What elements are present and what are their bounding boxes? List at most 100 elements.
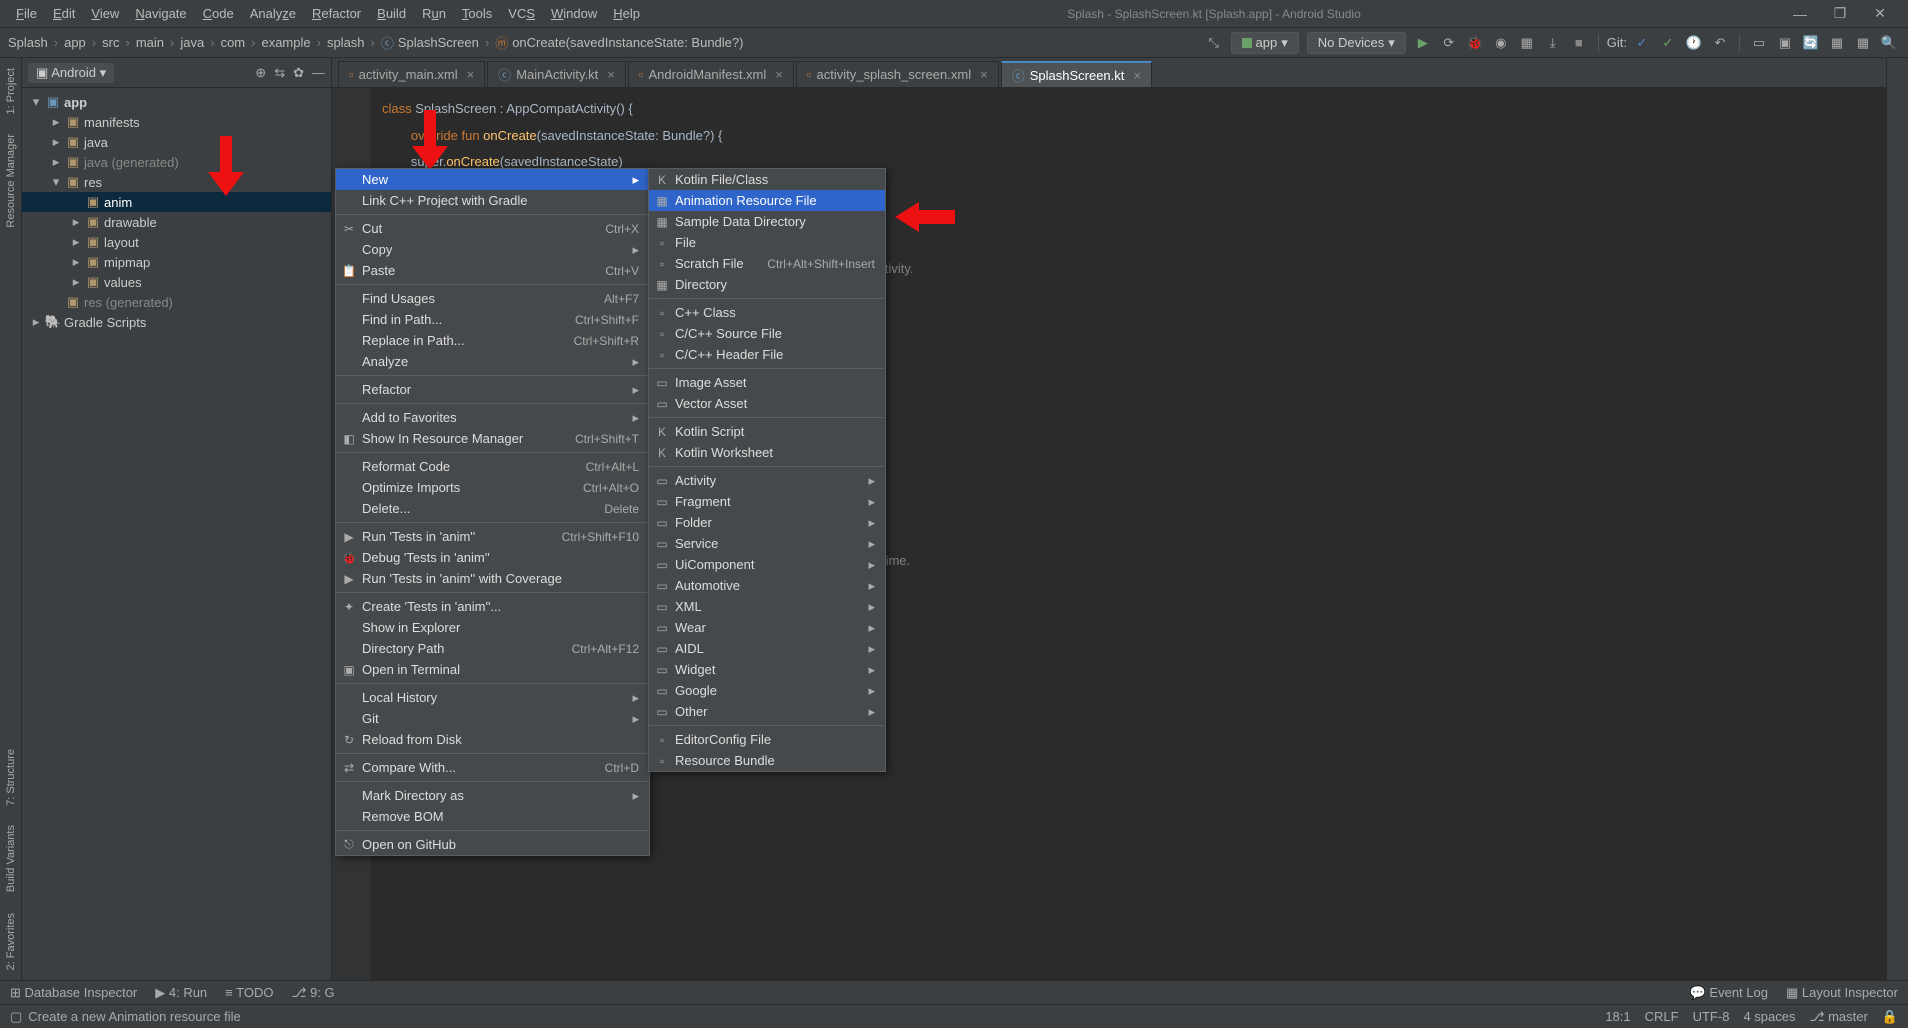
menu-refactor[interactable]: Refactor	[304, 6, 369, 21]
new-submenu[interactable]: KKotlin File/Class▦Animation Resource Fi…	[648, 168, 886, 772]
menu-item[interactable]: New▸	[336, 169, 649, 190]
tw-layout-inspector[interactable]: ▦ Layout Inspector	[1786, 985, 1898, 1001]
menu-item[interactable]: ▭Other▸	[649, 701, 885, 722]
menu-item[interactable]: KKotlin Script	[649, 421, 885, 442]
window-minimize-icon[interactable]: —	[1780, 6, 1820, 22]
rail-project[interactable]: 1: Project	[2, 58, 20, 124]
menu-item[interactable]: ▭Folder▸	[649, 512, 885, 533]
menu-item[interactable]: ▭Google▸	[649, 680, 885, 701]
build-icon[interactable]: ⤡	[1203, 32, 1225, 54]
menu-analyze[interactable]: Analyze	[242, 6, 304, 21]
locate-icon[interactable]: ⊕	[255, 65, 266, 81]
menu-item[interactable]: ▭Image Asset	[649, 372, 885, 393]
breadcrumb[interactable]: app›	[64, 35, 98, 50]
menu-item[interactable]: ▫EditorConfig File	[649, 729, 885, 750]
menu-item[interactable]: Find UsagesAlt+F7	[336, 288, 649, 309]
menu-item[interactable]: ▭Vector Asset	[649, 393, 885, 414]
tw-git[interactable]: ⎇ 9: G	[291, 985, 334, 1001]
device-manager-icon[interactable]: ▦	[1826, 32, 1848, 54]
menu-item[interactable]: Reformat CodeCtrl+Alt+L	[336, 456, 649, 477]
menu-item[interactable]: 📋PasteCtrl+V	[336, 260, 649, 281]
menu-item[interactable]: ▶Run 'Tests in 'anim'' with Coverage	[336, 568, 649, 589]
editor-tab[interactable]: ▫activity_main.xml×	[338, 61, 485, 87]
breadcrumb[interactable]: ⓜ onCreate(savedInstanceState: Bundle?)	[495, 33, 743, 52]
close-tab-icon[interactable]: ×	[1133, 68, 1141, 83]
toolbar-icon[interactable]: ▦	[1852, 32, 1874, 54]
menu-item[interactable]: Find in Path...Ctrl+Shift+F	[336, 309, 649, 330]
menu-file[interactable]: File	[8, 6, 45, 21]
run-config-combo[interactable]: app ▾	[1231, 32, 1299, 54]
close-tab-icon[interactable]: ×	[467, 67, 475, 82]
apply-changes-icon[interactable]: ⟳	[1438, 32, 1460, 54]
breadcrumb[interactable]: java›	[180, 35, 216, 50]
tw-database-inspector[interactable]: ⊞ Database Inspector	[10, 985, 137, 1001]
editor-tab-active[interactable]: ⓒSplashScreen.kt×	[1001, 61, 1152, 87]
menu-item[interactable]: Remove BOM	[336, 806, 649, 827]
sdk-manager-icon[interactable]: ▣	[1774, 32, 1796, 54]
menu-item[interactable]: ▫C/C++ Header File	[649, 344, 885, 365]
hide-icon[interactable]: —	[312, 65, 325, 81]
file-encoding[interactable]: UTF-8	[1693, 1009, 1730, 1024]
menu-item[interactable]: ▭XML▸	[649, 596, 885, 617]
rail-build-variants[interactable]: Build Variants	[2, 815, 20, 902]
menu-tools[interactable]: Tools	[454, 6, 500, 21]
settings-icon[interactable]: ✿	[293, 65, 304, 81]
project-tree[interactable]: ▾▣app ▸▣manifests ▸▣java ▸▣java (generat…	[22, 88, 331, 980]
rail-favorites[interactable]: 2: Favorites	[2, 903, 20, 980]
menu-item[interactable]: Git▸	[336, 708, 649, 729]
menu-item[interactable]: ▭Fragment▸	[649, 491, 885, 512]
menu-item[interactable]: ▫C/C++ Source File	[649, 323, 885, 344]
menu-item[interactable]: ▭Widget▸	[649, 659, 885, 680]
menu-item[interactable]: Copy▸	[336, 239, 649, 260]
menu-item[interactable]: ▫File	[649, 232, 885, 253]
indent-settings[interactable]: 4 spaces	[1743, 1009, 1795, 1024]
menu-item[interactable]: Link C++ Project with Gradle	[336, 190, 649, 211]
menu-item[interactable]: ▭Automotive▸	[649, 575, 885, 596]
menu-item[interactable]: ↻Reload from Disk	[336, 729, 649, 750]
window-maximize-icon[interactable]: ❐	[1820, 5, 1860, 22]
breadcrumb[interactable]: splash›	[327, 35, 377, 50]
menu-window[interactable]: Window	[543, 6, 605, 21]
project-view-selector[interactable]: ▣ Android ▾	[28, 63, 114, 83]
breadcrumb[interactable]: ⓒ SplashScreen›	[381, 33, 491, 52]
menu-item[interactable]: ▭Activity▸	[649, 470, 885, 491]
menu-item[interactable]: ▭Wear▸	[649, 617, 885, 638]
close-tab-icon[interactable]: ×	[607, 67, 615, 82]
menu-item[interactable]: 🐞Debug 'Tests in 'anim''	[336, 547, 649, 568]
tw-event-log[interactable]: 💬 Event Log	[1690, 985, 1768, 1001]
menu-item[interactable]: ✂CutCtrl+X	[336, 218, 649, 239]
git-history-icon[interactable]: 🕐	[1683, 32, 1705, 54]
menu-item[interactable]: Directory PathCtrl+Alt+F12	[336, 638, 649, 659]
menu-item[interactable]: Optimize ImportsCtrl+Alt+O	[336, 477, 649, 498]
menu-item[interactable]: ▣Open in Terminal	[336, 659, 649, 680]
rail-resource-manager[interactable]: Resource Manager	[2, 124, 20, 238]
lock-icon[interactable]: 🔒	[1882, 1009, 1898, 1025]
git-branch[interactable]: ⎇ master	[1809, 1009, 1867, 1025]
line-ending[interactable]: CRLF	[1645, 1009, 1679, 1024]
context-menu[interactable]: New▸Link C++ Project with Gradle ✂CutCtrl…	[335, 168, 650, 856]
menu-item[interactable]: Refactor▸	[336, 379, 649, 400]
device-combo[interactable]: No Devices ▾	[1307, 32, 1406, 54]
menu-item[interactable]: ▫Resource Bundle	[649, 750, 885, 771]
menu-item[interactable]: Mark Directory as▸	[336, 785, 649, 806]
menu-item[interactable]: ▭Service▸	[649, 533, 885, 554]
menu-item[interactable]: ▦Sample Data Directory	[649, 211, 885, 232]
breadcrumb[interactable]: example›	[261, 35, 322, 50]
window-close-icon[interactable]: ✕	[1860, 5, 1900, 22]
menu-item[interactable]: ⇄Compare With...Ctrl+D	[336, 757, 649, 778]
menu-item[interactable]: ▶Run 'Tests in 'anim''Ctrl+Shift+F10	[336, 526, 649, 547]
menu-run[interactable]: Run	[414, 6, 454, 21]
close-tab-icon[interactable]: ×	[775, 67, 783, 82]
search-icon[interactable]: 🔍	[1878, 32, 1900, 54]
menu-navigate[interactable]: Navigate	[127, 6, 194, 21]
menu-item[interactable]: KKotlin Worksheet	[649, 442, 885, 463]
menu-item[interactable]: ✦Create 'Tests in 'anim''...	[336, 596, 649, 617]
breadcrumb[interactable]: Splash›	[8, 35, 60, 50]
coverage-icon[interactable]: ▦	[1516, 32, 1538, 54]
tw-run[interactable]: ▶ 4: Run	[155, 985, 207, 1001]
menu-item[interactable]: KKotlin File/Class	[649, 169, 885, 190]
stop-icon[interactable]: ■	[1568, 32, 1590, 54]
menu-item[interactable]: Add to Favorites▸	[336, 407, 649, 428]
tw-todo[interactable]: ≡ TODO	[225, 985, 273, 1000]
menu-item[interactable]: ▦Directory	[649, 274, 885, 295]
